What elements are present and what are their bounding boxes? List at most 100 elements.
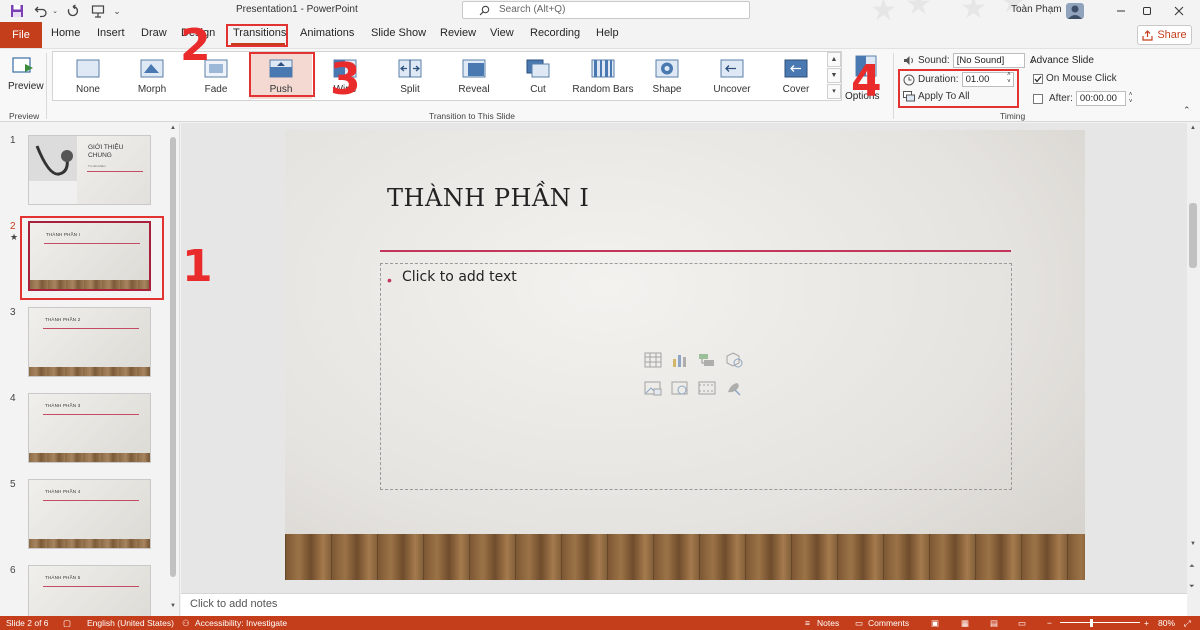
scroll-up-icon[interactable]: ▲ — [170, 125, 176, 131]
slide-thumbnail-pane: 1 GIỚI THIỆU CHUNG Tư vấn khám 2 ★ THÀNH… — [0, 123, 180, 616]
redo-icon[interactable] — [64, 2, 82, 20]
slideshow-view-icon[interactable]: ▭ — [1018, 618, 1026, 629]
user-name[interactable]: Toàn Phạm — [1011, 4, 1062, 15]
smartart-icon[interactable] — [698, 352, 716, 368]
after-checkbox[interactable] — [1033, 93, 1043, 104]
icons-icon[interactable] — [725, 380, 743, 396]
slide-thumbnail-6[interactable]: THÀNH PHẦN 5 — [28, 565, 151, 616]
after-input[interactable]: 00:00.00 — [1075, 91, 1126, 106]
comments-button[interactable]: Comments — [868, 618, 909, 628]
accessibility-status[interactable]: Accessibility: Investigate — [195, 618, 287, 628]
zoom-out-icon[interactable]: − — [1047, 618, 1052, 628]
uncover-transition-icon — [720, 59, 744, 78]
tab-slide-show[interactable]: Slide Show — [371, 27, 426, 39]
notes-pane[interactable]: Click to add notes — [181, 593, 1187, 616]
transition-split[interactable]: Split — [379, 53, 441, 99]
tab-home[interactable]: Home — [51, 27, 80, 39]
slide-thumbnail-1[interactable]: GIỚI THIỆU CHUNG Tư vấn khám — [28, 135, 151, 205]
tab-review[interactable]: Review — [440, 27, 476, 39]
restore-icon[interactable] — [1140, 2, 1154, 20]
close-icon[interactable] — [1172, 2, 1186, 20]
slide-thumbnail-5[interactable]: THÀNH PHẦN 4 — [28, 479, 151, 549]
transition-uncover[interactable]: Uncover — [701, 53, 763, 99]
thumbnail-subtitle: Tư vấn khám — [88, 164, 106, 168]
start-from-beginning-icon[interactable] — [89, 2, 107, 20]
transition-shape[interactable]: Shape — [636, 53, 698, 99]
tab-recording[interactable]: Recording — [530, 27, 580, 39]
save-icon[interactable] — [8, 2, 26, 20]
notes-button[interactable]: Notes — [817, 618, 839, 628]
previous-slide-icon[interactable]: ⏶ — [1189, 563, 1195, 571]
transition-cut[interactable]: Cut — [507, 53, 569, 99]
transition-reveal[interactable]: Reveal — [443, 53, 505, 99]
picture-icon[interactable] — [644, 380, 662, 396]
transition-morph[interactable]: Morph — [121, 53, 183, 99]
customize-toolbar-icon[interactable]: ⌄ — [112, 2, 122, 20]
preview-button[interactable]: Preview — [4, 53, 44, 101]
divider — [893, 53, 894, 119]
minimize-icon[interactable] — [1114, 2, 1128, 20]
language-indicator[interactable]: English (United States) — [87, 618, 174, 628]
slide-vertical-scrollbar[interactable]: ▲ ▼ ⏶ ⏷ — [1187, 123, 1200, 616]
tab-insert[interactable]: Insert — [97, 27, 125, 39]
thumbnail-scroll-thumb[interactable] — [170, 137, 176, 577]
gallery-more-icon[interactable]: ▾ — [827, 84, 841, 99]
slide-title[interactable]: THÀNH PHẦN I — [387, 184, 589, 212]
online-picture-icon[interactable] — [671, 380, 689, 396]
slide-counter: Slide 2 of 6 — [6, 618, 49, 628]
transition-none[interactable]: None — [57, 53, 119, 99]
after-spinner-icon[interactable]: ˄ ˅ — [1129, 92, 1133, 106]
decorative-star: ★ — [870, 0, 897, 22]
sound-select[interactable]: [No Sound] ⌄ — [952, 53, 1036, 68]
table-icon[interactable] — [644, 352, 662, 368]
transition-group-label: Transition to This Slide — [429, 111, 515, 121]
tab-draw[interactable]: Draw — [141, 27, 167, 39]
slide-scroll-thumb[interactable] — [1189, 203, 1197, 268]
undo-icon[interactable] — [32, 2, 50, 20]
zoom-level[interactable]: 80% — [1158, 618, 1175, 628]
on-mouse-click-option[interactable]: On Mouse Click — [1033, 73, 1117, 84]
annotation-box-transitions-tab — [226, 24, 288, 47]
normal-view-icon[interactable]: ▣ — [931, 618, 939, 629]
thumbnail-title: GIỚI THIỆU CHUNG — [88, 144, 124, 159]
slide-canvas[interactable]: THÀNH PHẦN I • Click to add text — [285, 130, 1085, 580]
divider — [46, 53, 47, 119]
zoom-slider-thumb[interactable] — [1090, 619, 1093, 627]
annotation-number: 3 — [330, 54, 361, 105]
slide-sorter-icon[interactable]: ▦ — [961, 618, 969, 629]
tab-view[interactable]: View — [490, 27, 514, 39]
thumbnail-scrollbar[interactable]: ▲ ▼ — [168, 123, 178, 616]
chart-icon[interactable] — [671, 352, 689, 368]
fit-to-window-icon[interactable]: ⤢ — [1184, 618, 1191, 629]
3d-model-icon[interactable] — [725, 352, 743, 368]
thumbnail-title: THÀNH PHẦN 5 — [45, 575, 81, 580]
notes-placeholder[interactable]: Click to add notes — [190, 598, 277, 610]
search-input[interactable]: Search (Alt+Q) — [462, 1, 750, 19]
undo-dropdown-icon[interactable]: ⌄ — [51, 2, 59, 20]
spelling-icon[interactable]: ▢ — [63, 618, 71, 629]
next-slide-icon[interactable]: ⏷ — [1189, 583, 1195, 591]
tab-animations[interactable]: Animations — [300, 27, 354, 39]
collapse-ribbon-icon[interactable]: ⌃ — [1183, 105, 1191, 116]
scroll-down-icon[interactable]: ▼ — [1190, 541, 1196, 547]
transition-cover[interactable]: Cover — [765, 53, 827, 99]
share-button[interactable]: Share — [1137, 25, 1192, 45]
transition-cut-label: Cut — [530, 84, 546, 95]
tab-file[interactable]: File — [0, 22, 42, 48]
avatar[interactable] — [1065, 2, 1085, 20]
tab-help[interactable]: Help — [596, 27, 619, 39]
slide-thumbnail-4[interactable]: THÀNH PHẦN 3 — [28, 393, 151, 463]
video-icon[interactable] — [698, 380, 716, 396]
zoom-in-icon[interactable]: + — [1144, 618, 1149, 628]
reading-view-icon[interactable]: ▤ — [990, 618, 998, 629]
scroll-down-icon[interactable]: ▼ — [170, 603, 176, 609]
gallery-scroll-up-icon[interactable]: ▲ — [827, 52, 841, 67]
gallery-scroll-down-icon[interactable]: ▼ — [827, 68, 841, 83]
content-placeholder[interactable]: • Click to add text — [380, 263, 1012, 490]
scroll-up-icon[interactable]: ▲ — [1190, 125, 1196, 131]
on-mouse-click-checkbox[interactable] — [1033, 73, 1043, 84]
transition-random-bars[interactable]: Random Bars — [572, 53, 634, 99]
slide-thumbnail-3[interactable]: THÀNH PHẦN 2 — [28, 307, 151, 377]
zoom-slider[interactable] — [1060, 622, 1140, 623]
content-placeholder-text[interactable]: Click to add text — [402, 269, 517, 285]
